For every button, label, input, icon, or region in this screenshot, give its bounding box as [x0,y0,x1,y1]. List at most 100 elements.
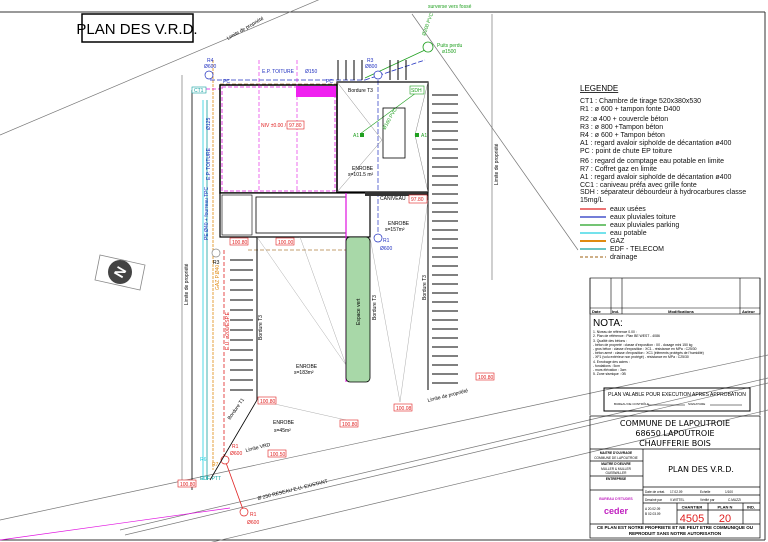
bordure-label: Bordure T1 [227,397,246,421]
revision-entry: B 02.03.09 [645,512,661,516]
approval-field-label: BUREAU DE CONTRÔLE [614,401,649,406]
legend-line-label: EDF - TELECOM [610,246,664,253]
date-label: Date de créat. [645,490,665,494]
property-limit-label: Limite de propriété [494,143,500,185]
plan-number: 20 [719,513,731,525]
legend-item: CT1 : Chambre de tirage 520x380x530 [580,98,701,105]
legend-line-label: drainage [610,254,637,261]
ep-toiture-vertical-label: E.P. TOITURE [206,147,212,180]
moa-label: MAITRE D'OUVRAGE [600,451,632,455]
revision-col-date: Date [592,309,601,314]
legend-item: SDH : séparateur débourdeur à hydrocarbu… [580,189,747,204]
legend-item: A1 : regard avaloir siphoïde de décantat… [580,174,731,181]
moa-value: COMMUNE DE LAPOUTROIE [594,456,638,460]
moe-label: MAITRE D'OEUVRE [601,462,631,466]
legend: LEGENDE CT1 : Chambre de tirage 520x380x… [580,84,731,261]
project-name: CHAUFFERIE BOIS [639,439,711,448]
revision-entry: A 20.02.09 [645,507,660,511]
approval-text: PLAN VALABLE POUR EXECUTION APRES APPROB… [608,392,746,398]
checked-by-label: Vérifié par [700,498,715,502]
legend-line-items [580,208,606,258]
r3-label: R3 [213,260,220,266]
level-tag: 100.80 [478,375,494,381]
level-reference-value: 97.80 [289,123,302,129]
water-line-label: PE Ø40 + fourreau TPC [204,186,210,240]
legend-item: R7 : Coffret gaz en limite [580,166,657,173]
legend-item: R4 : ø 600 + Tampon béton [580,132,665,139]
enrobe-label: ENROBE [273,420,295,426]
enrobe-area: s=45m² [274,428,291,434]
existing-network-label: Ø 250 RESEAU E.U. EXISTANT [257,479,328,502]
a1-label: A1 [421,133,427,139]
ceder-header: BUREAU D'ETUDES [599,497,633,501]
ceder-logo: ceder [604,506,629,516]
sdh-label: SDH [411,88,422,94]
overflow-label: surverse vers fossé [428,4,472,10]
legend-item: PC : point de chute EP toiture [580,148,672,155]
project-address: 68650 LAPOUTROIE [635,429,714,438]
bordure-label: Bordure T3 [258,315,264,340]
enrobe-area: s=183m² [294,370,314,376]
bordure-label: Bordure T3 [348,88,373,94]
entreprise-label: ENTREPRISE [606,477,626,481]
a1-drain-icon [360,133,364,137]
level-tag: 97.80 [411,197,424,203]
drawn-by-label: Dessiné par [645,498,663,502]
nota-line: 5. Zone sismique : 0B [593,372,627,376]
a1-label: A1 [353,133,359,139]
legend-line-label: eau potable [610,230,647,237]
r1-label: R1 [383,238,390,244]
r1-diameter: Ø600 [230,451,242,457]
copyright-notice: CE PLAN EST NOTRE PROPRIETE ET NE PEUT E… [596,525,753,536]
plan-title: PLAN DES V.R.D. [668,465,734,474]
pipe-diameter-label: Ø125 [206,118,212,130]
legend-line-label: eaux pluviales parking [610,222,679,229]
caniveau-label: CANIVEAU [380,196,406,202]
courtyard [336,81,429,196]
nota-line: 2. Plan de référence : Plan BE WEST - 40… [593,334,660,338]
gas-line-label: GAZ P.Ø40 [215,265,221,290]
property-limit-label: Limite de propriété [427,388,469,404]
pipe-label: Ø200 PVC [421,12,435,37]
legend-line-label: eaux pluviales toiture [610,214,676,221]
legend-line-label: eaux usées [610,206,646,213]
legend-item: A1 : regard avaloir siphoïde de décantat… [580,140,731,147]
legend-item: R6 : regard de comptage eau potable en l… [580,158,724,165]
level-tag: 100.80 [232,240,248,246]
level-tag: 100.08 [396,406,412,412]
a1-drain-icon [415,133,419,137]
r1-label: R1 [232,444,239,450]
enrobe-area: s=101.5 m² [348,172,373,178]
north-arrow-icon: N [94,254,146,291]
chantier-label: CHANTIER [682,505,703,510]
pc-label: PC [326,79,333,85]
r4-diameter: Ø600 [204,64,216,70]
property-limit-label: Limite de propriété [184,263,190,305]
level-tag: 100.50 [270,452,286,458]
r1-diameter: Ø600 [247,520,259,526]
scale-value: 1/100 [725,490,733,494]
pipe-label: Ø160 PVC [382,107,399,131]
legend-item: R2 :ø 400 + couvercle béton [580,116,668,123]
r1-diameter: Ø600 [380,246,392,252]
scale-label: Echelle [700,490,711,494]
level-reference-label: NIV ±0.00 / [261,123,287,129]
legend-title: LEGENDE [580,84,618,93]
drawing-title-text: PLAN DES V.R.D. [76,21,197,38]
ct1-label: CT1 [194,88,204,94]
vrd-plan-drawing: PLAN DES V.R.D. Limite de propriété Limi… [0,0,768,542]
enrobe-area: s=157m² [385,227,405,233]
level-tag: 100.80 [342,422,358,428]
pipe-diameter-label: Ø150 [305,69,317,75]
green-space-label: Espace vert [356,298,362,325]
nota-title: NOTA: [593,318,623,329]
revision-col-modifications: Modifications [668,309,695,314]
date-value: 17.02.09 [670,490,683,494]
nota-line: - XF1 (volu extérieur non protégé) - rés… [593,355,689,359]
revision-col-auteur: Auteur [742,309,755,314]
plan-number-label: PLAN N [718,505,733,510]
revision-col-ind: Ind. [612,309,619,314]
r6-label: R6 [200,457,207,463]
r1-label: R1 [250,512,257,518]
bordure-label: Bordure T3 [422,275,428,300]
